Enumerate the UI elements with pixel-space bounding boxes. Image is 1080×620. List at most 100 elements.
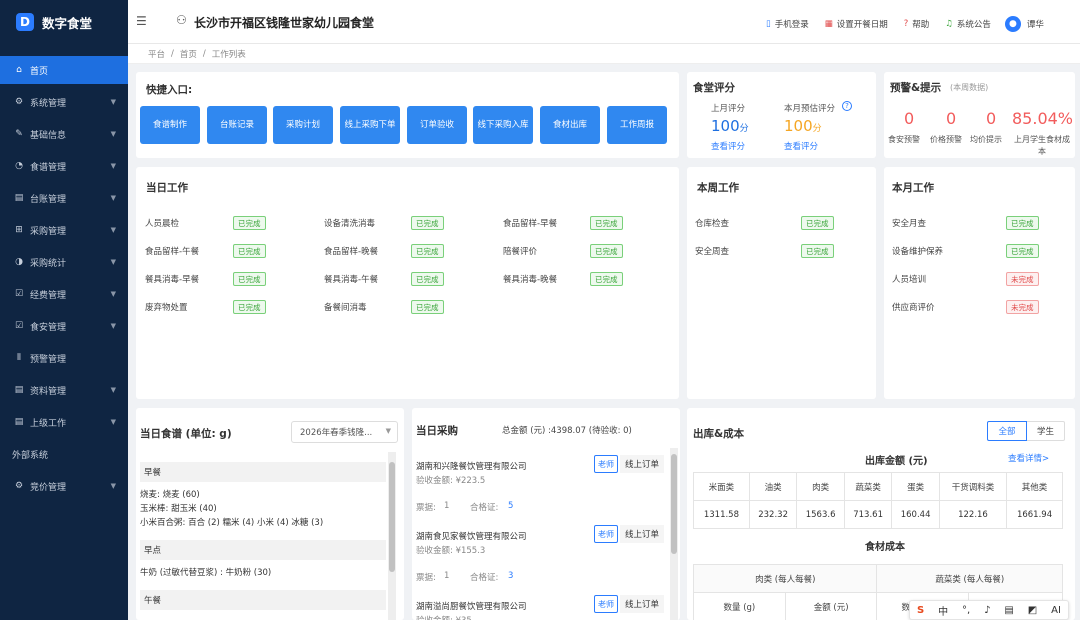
help-link[interactable]: 帮助 (912, 18, 929, 30)
breadcrumb-item[interactable]: 首页 (180, 48, 197, 60)
recipe-section-header: 早餐 (140, 462, 386, 482)
recipe-title: 当日食谱 (单位: g) (140, 428, 232, 440)
sidebar-item[interactable]: ⌂ 首页 (0, 56, 128, 84)
status-badge[interactable]: 已完成 (1006, 244, 1039, 258)
ime-punct-icon[interactable]: °, (962, 605, 970, 616)
quick-entry-button[interactable]: 线上采购下单 (340, 106, 400, 144)
purchase-company[interactable]: 湖南溢尚厨餐饮管理有限公司 (416, 600, 527, 612)
status-badge[interactable]: 已完成 (801, 216, 834, 230)
sidebar-item[interactable]: ⚙ 系统管理 ▼ (0, 88, 128, 116)
bulb-icon: ◔ (15, 161, 23, 171)
tab-student[interactable]: 学生 (1027, 421, 1065, 441)
menu-toggle-icon[interactable]: ☰ (136, 14, 147, 28)
ime-ai-icon[interactable]: AI (1051, 605, 1061, 616)
outbound-col-value: 160.44 (891, 500, 940, 529)
phone-login-link[interactable]: 手机登录 (775, 18, 809, 30)
recipe-line: 烧麦: 烧麦 (60) (140, 490, 200, 500)
status-badge[interactable]: 已完成 (411, 244, 444, 258)
season-select[interactable]: 2026年春季钱隆... ▼ (291, 421, 398, 443)
avatar[interactable]: ● (1004, 16, 1021, 32)
sidebar-item[interactable]: ▤ 上级工作 ▼ (0, 408, 128, 436)
work-item-name: 人员培训 (892, 275, 927, 285)
status-badge[interactable]: 已完成 (233, 300, 266, 314)
status-badge[interactable]: 已完成 (233, 216, 266, 230)
app-logo[interactable]: D 数字食堂 (0, 0, 128, 44)
scrollbar[interactable] (388, 452, 396, 620)
quick-entry-button[interactable]: 线下采购入库 (473, 106, 533, 144)
purchase-cert[interactable]: 5 (508, 501, 513, 511)
sidebar-item-label: 首页 (30, 66, 49, 77)
sidebar-item[interactable]: ◑ 采购统计 ▼ (0, 248, 128, 276)
work-item-name: 备餐间消毒 (324, 303, 367, 313)
purchase-role-tag: 老师 (594, 525, 618, 543)
price-alert-count[interactable]: 0 (946, 109, 956, 128)
recipe-section-header: 午餐 (140, 590, 386, 610)
status-badge[interactable]: 已完成 (411, 216, 444, 230)
sidebar-item[interactable]: ▤ 台账管理 ▼ (0, 184, 128, 212)
work-item-name: 人员晨检 (145, 219, 180, 229)
ingredient-cost-title: 食材成本 (865, 542, 905, 553)
scrollbar[interactable] (670, 448, 678, 620)
quick-entry-button[interactable]: 采购计划 (273, 106, 333, 144)
ime-logo-icon[interactable]: S (917, 605, 924, 616)
ime-toolbar[interactable]: S 中 °, ♪ ▤ ◩ AI (909, 600, 1069, 620)
status-badge[interactable]: 已完成 (1006, 216, 1039, 230)
announcement-link[interactable]: 系统公告 (957, 18, 991, 30)
ime-skin-icon[interactable]: ◩ (1028, 605, 1037, 616)
outbound-col-value: 1563.6 (796, 500, 845, 529)
status-badge[interactable]: 已完成 (411, 272, 444, 286)
status-badge[interactable]: 未完成 (1006, 272, 1039, 286)
student-cost-ratio[interactable]: 85.04% (1012, 109, 1073, 128)
status-badge[interactable]: 已完成 (411, 300, 444, 314)
purchase-order-type[interactable]: 线上订单 (620, 595, 664, 613)
view-rating-link-2[interactable]: 查看评分 (784, 140, 818, 152)
recipe-line: 牛奶 (过敏代替豆浆) : 牛奶粉 (30) (140, 568, 272, 578)
status-badge[interactable]: 已完成 (590, 272, 623, 286)
status-badge[interactable]: 已完成 (590, 244, 623, 258)
purchase-cert[interactable]: 3 (508, 571, 513, 581)
status-badge[interactable]: 未完成 (1006, 300, 1039, 314)
sidebar-item[interactable]: ◔ 食谱管理 ▼ (0, 152, 128, 180)
outbound-col-value: 122.16 (938, 500, 1008, 529)
sidebar-item[interactable]: ☑ 食安管理 ▼ (0, 312, 128, 340)
sidebar-item[interactable]: ⚙ 竞价管理 ▼ (0, 472, 128, 500)
sidebar-item[interactable]: 外部系统 (0, 440, 128, 468)
ime-mic-icon[interactable]: ♪ (984, 605, 990, 616)
status-badge[interactable]: 已完成 (801, 244, 834, 258)
purchase-card: 当日采购 总金额 (元) :4398.07 (待验收: 0) 湖南和兴隆餐饮管理… (412, 408, 680, 620)
quick-entry-button[interactable]: 台账记录 (207, 106, 267, 144)
sidebar-item[interactable]: ⦀ 预警管理 (0, 344, 128, 372)
view-rating-link[interactable]: 查看评分 (711, 140, 745, 152)
quick-entry-button[interactable]: 工作周报 (607, 106, 667, 144)
purchase-order-type[interactable]: 线上订单 (620, 525, 664, 543)
sidebar-item[interactable]: ⊞ 采购管理 ▼ (0, 216, 128, 244)
purchase-cert-label: 合格证: (470, 573, 499, 583)
org-tree-icon: ⚇ (176, 13, 187, 27)
purchase-amount: 验收金额: ¥155.3 (416, 546, 486, 556)
quick-entry-button[interactable]: 食谱制作 (140, 106, 200, 144)
work-item-name: 设备清洗消毒 (324, 219, 376, 229)
view-details-link[interactable]: 查看详情> (1008, 452, 1049, 464)
breadcrumb-item[interactable]: 平台 (148, 48, 165, 60)
purchase-company[interactable]: 湖南食见家餐饮管理有限公司 (416, 530, 527, 542)
sidebar-item[interactable]: ▤ 资料管理 ▼ (0, 376, 128, 404)
ime-keyboard-icon[interactable]: ▤ (1004, 605, 1013, 616)
set-meal-date-link[interactable]: 设置开餐日期 (837, 18, 888, 30)
quick-entry-button[interactable]: 订单验收 (407, 106, 467, 144)
food-safety-alert-count[interactable]: 0 (904, 109, 914, 128)
quick-entry-button[interactable]: 食材出库 (540, 106, 600, 144)
avg-price-hint-count[interactable]: 0 (986, 109, 996, 128)
status-badge[interactable]: 已完成 (233, 272, 266, 286)
sidebar-item[interactable]: ✎ 基础信息 ▼ (0, 120, 128, 148)
user-name[interactable]: 谭华 (1027, 18, 1044, 30)
purchase-company[interactable]: 湖南和兴隆餐饮管理有限公司 (416, 460, 527, 472)
status-badge[interactable]: 已完成 (590, 216, 623, 230)
sidebar-item[interactable]: ☑ 经费管理 ▼ (0, 280, 128, 308)
avg-price-hint-label: 均价提示 (970, 135, 1002, 144)
help-circle-icon[interactable]: ? (842, 101, 852, 111)
chevron-down-icon: ▼ (110, 322, 116, 330)
tab-all[interactable]: 全部 (987, 421, 1027, 441)
ime-chinese-icon[interactable]: 中 (938, 603, 948, 618)
purchase-order-type[interactable]: 线上订单 (620, 455, 664, 473)
status-badge[interactable]: 已完成 (233, 244, 266, 258)
